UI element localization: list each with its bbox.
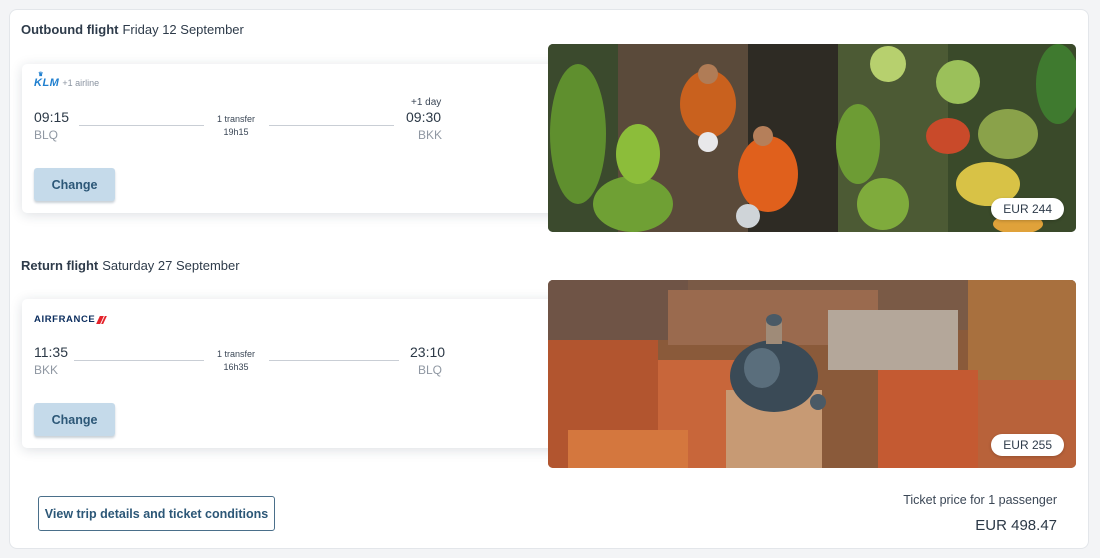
return-title: Return flight: [21, 258, 99, 273]
outbound-price-badge: EUR 244: [991, 198, 1064, 220]
departure-airport: BLQ: [34, 128, 59, 142]
departure-airport: BKK: [34, 363, 59, 377]
ticket-price-label: Ticket price for 1 passenger: [903, 493, 1057, 507]
airline-logo-klm: ♛ KLM +1 airline: [34, 72, 100, 89]
return-date: Saturday 27 September: [102, 258, 240, 273]
departure-time: 09:15: [34, 109, 70, 125]
outbound-title: Outbound flight: [21, 22, 119, 37]
change-return-button[interactable]: Change: [34, 403, 115, 436]
route-line-left: [74, 360, 204, 361]
flight-duration: 16h35: [223, 362, 249, 372]
return-price-badge: EUR 255: [991, 434, 1064, 456]
return-destination-image: EUR 255: [548, 280, 1076, 468]
transfer-count: 1 transfer: [216, 349, 256, 359]
airline-logo-airfrance: AIRFRANCE: [34, 314, 108, 325]
arrival-time: 23:10: [410, 344, 446, 360]
route-line-right: [269, 360, 399, 361]
extra-airline-label: +1 airline: [62, 78, 100, 88]
departure-time: 11:35: [34, 344, 68, 360]
arrival-time: 09:30: [406, 109, 442, 125]
change-outbound-button[interactable]: Change: [34, 168, 115, 201]
outbound-destination-image: EUR 244: [548, 44, 1076, 232]
outbound-section-title: Outbound flight Friday 12 September: [21, 22, 244, 37]
return-flight-card: AIRFRANCE 11:35 BKK 1 transfer 16h35 23:…: [22, 299, 562, 448]
klm-logo-icon: ♛ KLM: [34, 72, 60, 89]
outbound-date: Friday 12 September: [122, 22, 244, 37]
airfrance-logo-icon: AIRFRANCE: [34, 314, 96, 325]
transfer-count: 1 transfer: [216, 114, 256, 124]
view-trip-details-button[interactable]: View trip details and ticket conditions: [38, 496, 275, 531]
route-line-left: [79, 125, 204, 126]
flight-duration: 19h15: [223, 127, 249, 137]
plus-day-badge: +1 day: [411, 97, 442, 108]
ticket-price-total: EUR 498.47: [975, 517, 1057, 534]
route-line-right: [269, 125, 394, 126]
arrival-airport: BKK: [418, 128, 443, 142]
return-section-title: Return flight Saturday 27 September: [21, 258, 240, 273]
arrival-airport: BLQ: [418, 363, 443, 377]
outbound-flight-card: ♛ KLM +1 airline 09:15 BLQ 1 transfer 19h…: [22, 64, 562, 213]
